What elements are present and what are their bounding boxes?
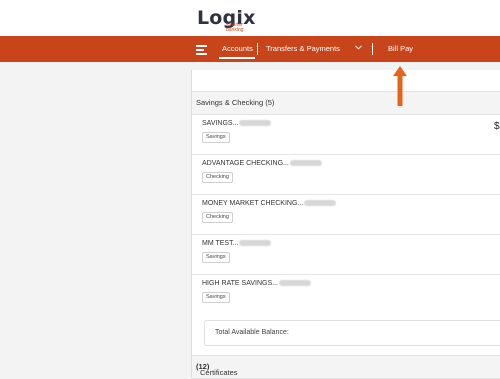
certificates-group-header[interactable]: Certificates (12) — [192, 355, 500, 379]
pointer-arrow-icon — [393, 66, 407, 106]
account-type-badge: Checking — [202, 212, 233, 223]
masked-account-number — [239, 240, 272, 247]
chevron-down-icon[interactable] — [355, 45, 362, 50]
group-title: Savings & Checking (5) — [196, 98, 275, 107]
nav-separator — [372, 43, 373, 55]
account-name: MONEY MARKET CHECKING... — [202, 200, 337, 207]
account-type-badge: Savings — [202, 132, 230, 143]
nav-transfers-payments[interactable]: Transfers & Payments — [266, 44, 340, 53]
account-row[interactable]: SAVINGS... Savings — [192, 114, 500, 155]
active-tab-indicator — [219, 57, 255, 59]
masked-account-number — [278, 280, 311, 287]
savings-checking-group-header[interactable]: Savings & Checking (5) — [192, 91, 500, 115]
nav-bill-pay[interactable]: Bill Pay — [388, 44, 413, 53]
logo-tagline: smarter banking — [226, 22, 244, 33]
top-header: Logix smarter banking — [0, 0, 500, 36]
account-row[interactable]: ADVANTAGE CHECKING... Checking — [192, 154, 500, 195]
account-type-badge: Savings — [202, 252, 230, 263]
account-name: MM TEST... — [202, 240, 272, 247]
account-row[interactable]: MM TEST... Savings — [192, 234, 500, 275]
total-available-balance: Total Available Balance: — [204, 320, 500, 346]
total-label: Total Available Balance: — [215, 329, 289, 336]
group-title: Certificates (12) — [196, 362, 238, 377]
masked-account-number — [304, 200, 337, 207]
account-name: SAVINGS... — [202, 120, 272, 127]
account-type-badge: Savings — [202, 292, 230, 303]
masked-account-number — [289, 160, 322, 167]
account-row[interactable]: HIGH RATE SAVINGS... Savings — [192, 274, 500, 314]
hamburger-menu-icon[interactable] — [196, 44, 207, 55]
nav-separator — [257, 43, 258, 55]
account-name: HIGH RATE SAVINGS... — [202, 280, 311, 287]
masked-account-number — [239, 120, 272, 127]
account-name: ADVANTAGE CHECKING... — [202, 160, 322, 167]
account-row[interactable]: MONEY MARKET CHECKING... Checking — [192, 194, 500, 235]
account-balance: $ — [494, 121, 500, 132]
account-type-badge: Checking — [202, 172, 233, 183]
nav-accounts[interactable]: Accounts — [222, 44, 253, 53]
main-nav-bar: Accounts Transfers & Payments Bill Pay — [0, 36, 500, 62]
